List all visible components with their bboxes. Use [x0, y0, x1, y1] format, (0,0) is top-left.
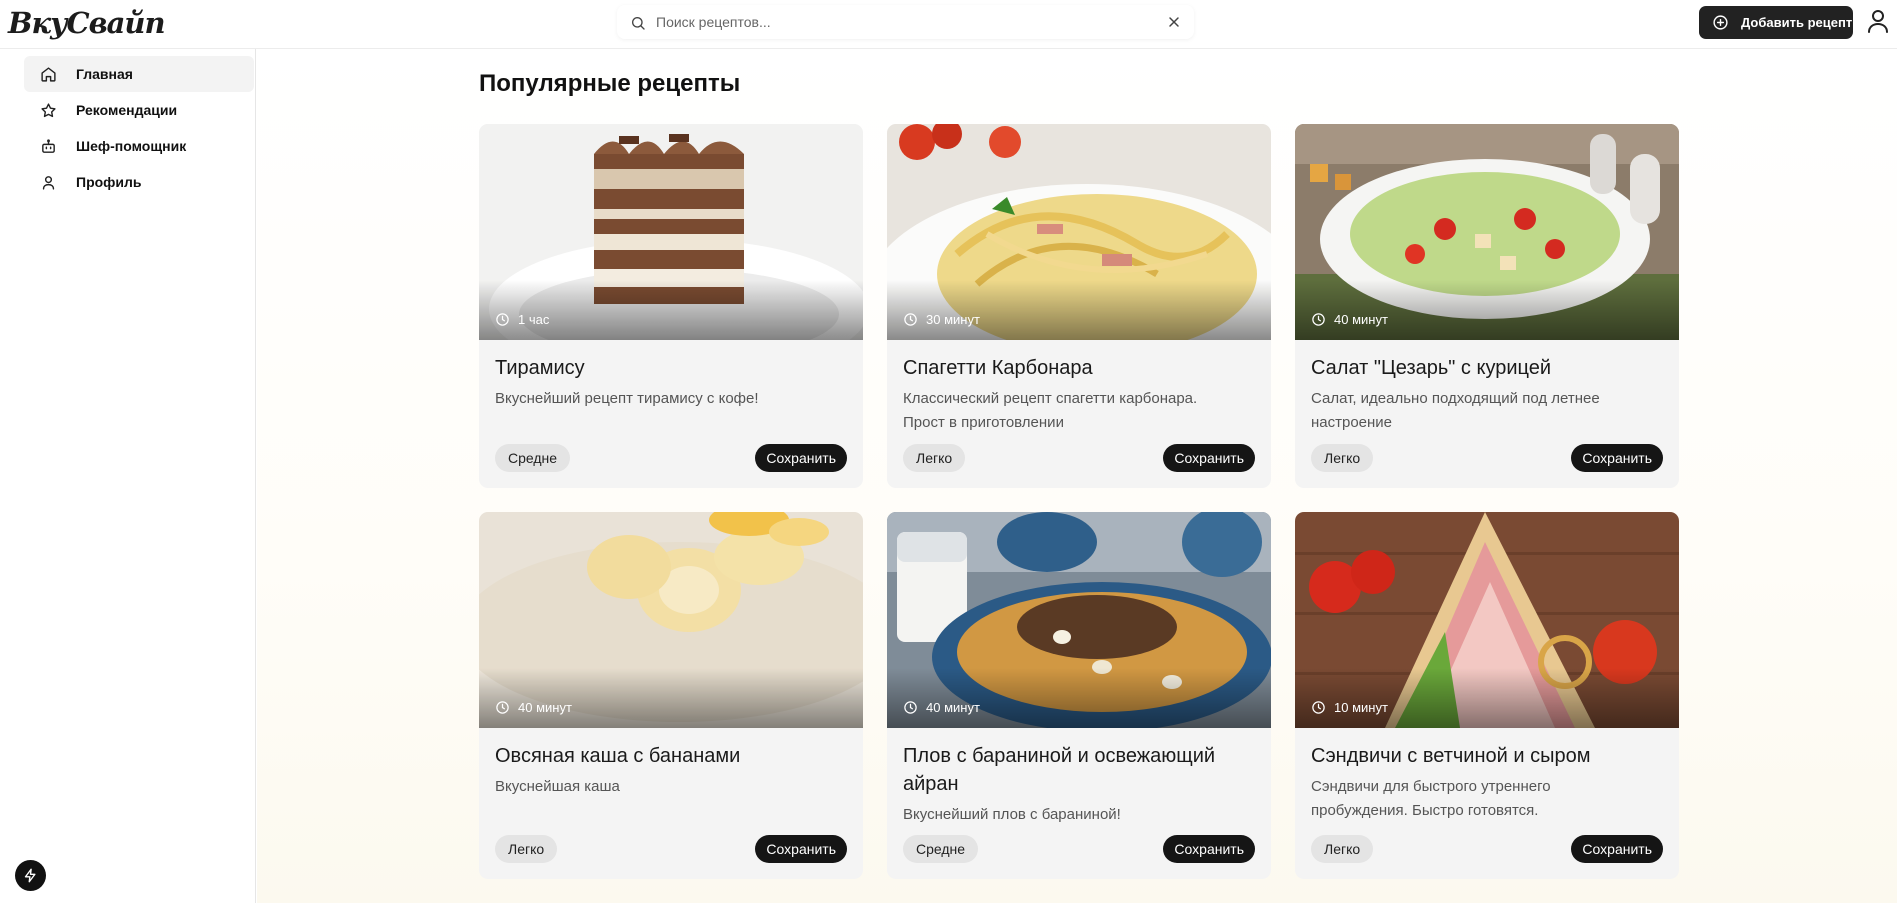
image-overlay [1295, 280, 1679, 340]
sidebar-item-recommendations[interactable]: Рекомендации [24, 92, 254, 128]
difficulty-badge: Легко [1311, 444, 1374, 472]
cook-time: 10 минут [1311, 700, 1388, 715]
cook-time: 1 час [495, 312, 549, 327]
clear-search-icon[interactable] [1166, 14, 1182, 30]
sidebar-item-label: Шеф-помощник [76, 138, 187, 154]
clock-icon [904, 313, 917, 326]
add-recipe-label: Добавить рецепт [1741, 15, 1853, 30]
difficulty-badge: Легко [1311, 835, 1374, 863]
star-icon [41, 102, 56, 117]
sidebar: Главная Рекомендации Шеф-помощник Профил… [0, 49, 256, 903]
sidebar-item-chef-assistant[interactable]: Шеф-помощник [24, 128, 254, 164]
clock-icon [496, 701, 509, 714]
user-icon [42, 175, 55, 190]
recipe-card[interactable]: 1 час Тирамису Вкуснейший рецепт тирамис… [479, 124, 863, 488]
recipe-image: 40 минут [887, 512, 1271, 728]
recipe-card[interactable]: 40 минут Плов с бараниной и освежающий а… [887, 512, 1271, 879]
recipe-card[interactable]: 40 минут Салат "Цезарь" с курицей Салат,… [1295, 124, 1679, 488]
recipe-card[interactable]: 30 минут Спагетти Карбонара Классический… [887, 124, 1271, 488]
save-button[interactable]: Сохранить [1163, 444, 1255, 472]
save-button[interactable]: Сохранить [1163, 835, 1255, 863]
image-overlay [887, 668, 1271, 728]
app-logo[interactable]: ВкуСвайп [8, 6, 166, 40]
recipe-title: Спагетти Карбонара [903, 357, 1093, 379]
recipe-card[interactable]: 40 минут Овсяная каша с бананами Вкусней… [479, 512, 863, 879]
recipe-description: Вкуснейшая каша [495, 778, 620, 795]
image-overlay [479, 668, 863, 728]
recipe-description: Классический рецепт спагетти карбонара. … [903, 390, 1198, 431]
sidebar-item-label: Рекомендации [76, 102, 178, 118]
recipe-description: Салат, идеально подходящий под летнее на… [1311, 390, 1600, 431]
add-recipe-button[interactable]: Добавить рецепт [1699, 6, 1853, 39]
lightning-icon [24, 868, 36, 883]
recipe-description: Сэндвичи для быстрого утреннего пробужде… [1311, 778, 1551, 819]
plus-circle-icon [1713, 15, 1728, 30]
recipe-title: Плов с бараниной и освежающий айран [903, 745, 1216, 795]
difficulty-badge: Легко [903, 444, 966, 472]
search-input[interactable] [656, 11, 1136, 33]
image-overlay [479, 280, 863, 340]
cook-time-label: 10 минут [1334, 700, 1388, 715]
cook-time-label: 40 минут [518, 700, 572, 715]
recipe-description: Вкуснейший плов с бараниной! [903, 806, 1121, 823]
sidebar-item-label: Главная [76, 66, 133, 82]
recipe-description: Вкуснейший рецепт тирамису с кофе! [495, 390, 759, 407]
difficulty-badge: Средне [495, 444, 571, 472]
difficulty-badge: Средне [903, 835, 979, 863]
recipe-image: 40 минут [1295, 124, 1679, 340]
cook-time-label: 30 минут [926, 312, 980, 327]
user-icon[interactable] [1866, 8, 1890, 34]
search-icon [632, 17, 645, 30]
sidebar-item-profile[interactable]: Профиль [24, 164, 254, 200]
sidebar-item-label: Профиль [76, 174, 142, 190]
clock-icon [904, 701, 917, 714]
devtools-button[interactable] [15, 860, 46, 891]
cook-time-label: 40 минут [926, 700, 980, 715]
cook-time-label: 40 минут [1334, 312, 1388, 327]
search-box [617, 5, 1194, 39]
cook-time: 40 минут [1311, 312, 1388, 327]
cook-time-label: 1 час [518, 312, 550, 327]
cook-time: 40 минут [903, 700, 980, 715]
save-button[interactable]: Сохранить [755, 444, 847, 472]
clock-icon [1312, 701, 1325, 714]
recipe-image: 30 минут [887, 124, 1271, 340]
sidebar-item-home[interactable]: Главная [24, 56, 254, 92]
clock-icon [496, 313, 509, 326]
save-button[interactable]: Сохранить [755, 835, 847, 863]
recipe-image: 10 минут [1295, 512, 1679, 728]
cook-time: 40 минут [495, 700, 572, 715]
recipe-card[interactable]: 10 минут Сэндвичи с ветчиной и сыром Сэн… [1295, 512, 1679, 879]
recipe-image: 40 минут [479, 512, 863, 728]
recipe-title: Овсяная каша с бананами [495, 745, 741, 767]
image-overlay [1295, 668, 1679, 728]
home-icon [41, 66, 56, 82]
difficulty-badge: Легко [495, 835, 558, 863]
page-title: Популярные рецепты [479, 70, 741, 97]
image-overlay [887, 280, 1271, 340]
recipe-image: 1 час [479, 124, 863, 340]
clock-icon [1312, 313, 1325, 326]
top-bar: ВкуСвайп Добавить рецепт [0, 0, 1897, 49]
save-button[interactable]: Сохранить [1571, 444, 1663, 472]
cook-time: 30 минут [903, 312, 980, 327]
recipe-title: Сэндвичи с ветчиной и сыром [1311, 745, 1591, 767]
bot-icon [42, 138, 55, 153]
recipe-title: Салат "Цезарь" с курицей [1311, 357, 1552, 379]
recipe-title: Тирамису [495, 357, 585, 379]
save-button[interactable]: Сохранить [1571, 835, 1663, 863]
